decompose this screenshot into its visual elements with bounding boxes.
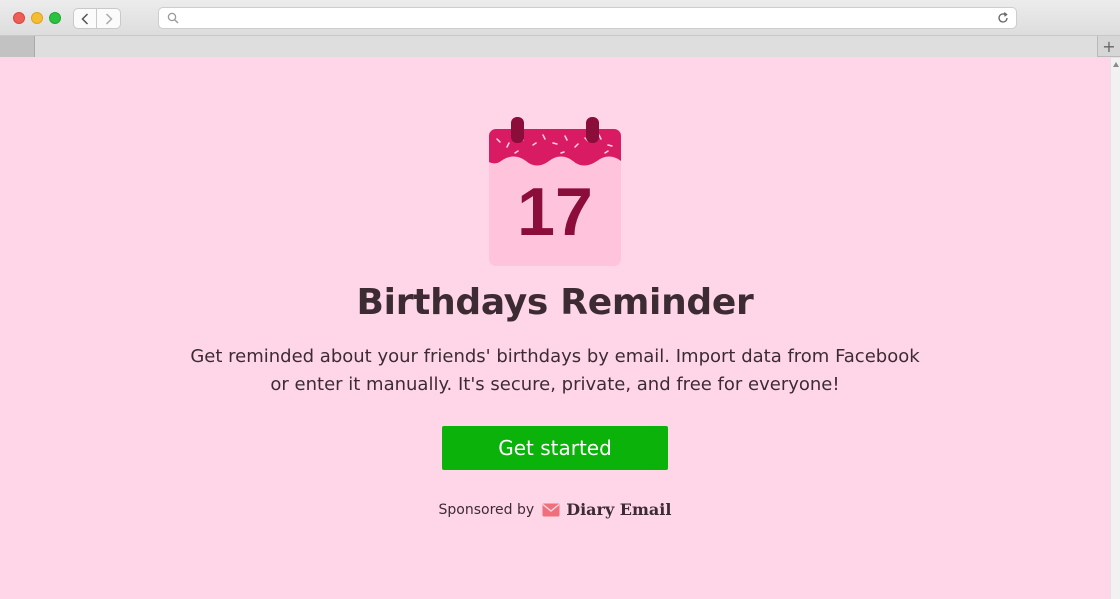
chevron-right-icon xyxy=(105,12,113,25)
sponsor-line: Sponsored by Diary Email xyxy=(0,500,1110,519)
page-title: Birthdays Reminder xyxy=(356,282,754,323)
new-tab-button[interactable]: + xyxy=(1097,36,1120,57)
page-scrollbar[interactable] xyxy=(1110,58,1120,599)
sponsored-by-label: Sponsored by xyxy=(438,501,535,518)
page-description: Get reminded about your friends' birthda… xyxy=(190,346,920,395)
forward-button[interactable] xyxy=(97,8,121,29)
envelope-icon xyxy=(542,503,560,516)
search-icon xyxy=(167,12,179,24)
calendar-day-number: 17 xyxy=(517,174,593,250)
close-window-button[interactable] xyxy=(13,12,25,24)
tab-strip: + xyxy=(0,36,1120,57)
minimize-window-button[interactable] xyxy=(31,12,43,24)
scroll-up-arrow-icon[interactable] xyxy=(1113,62,1119,67)
tab-pinned[interactable] xyxy=(0,36,35,57)
address-bar[interactable] xyxy=(158,7,1017,29)
reload-icon[interactable] xyxy=(996,11,1010,25)
tab-active[interactable] xyxy=(35,36,1097,57)
back-button[interactable] xyxy=(73,8,97,29)
calendar-icon: 17 xyxy=(489,117,621,266)
chevron-left-icon xyxy=(81,12,89,25)
page-content: 17 Birthdays Reminder Get reminded about… xyxy=(0,58,1110,599)
get-started-button[interactable]: Get started xyxy=(442,426,668,470)
browser-titlebar xyxy=(0,0,1120,36)
sponsor-link[interactable]: Diary Email xyxy=(566,500,671,519)
maximize-window-button[interactable] xyxy=(49,12,61,24)
